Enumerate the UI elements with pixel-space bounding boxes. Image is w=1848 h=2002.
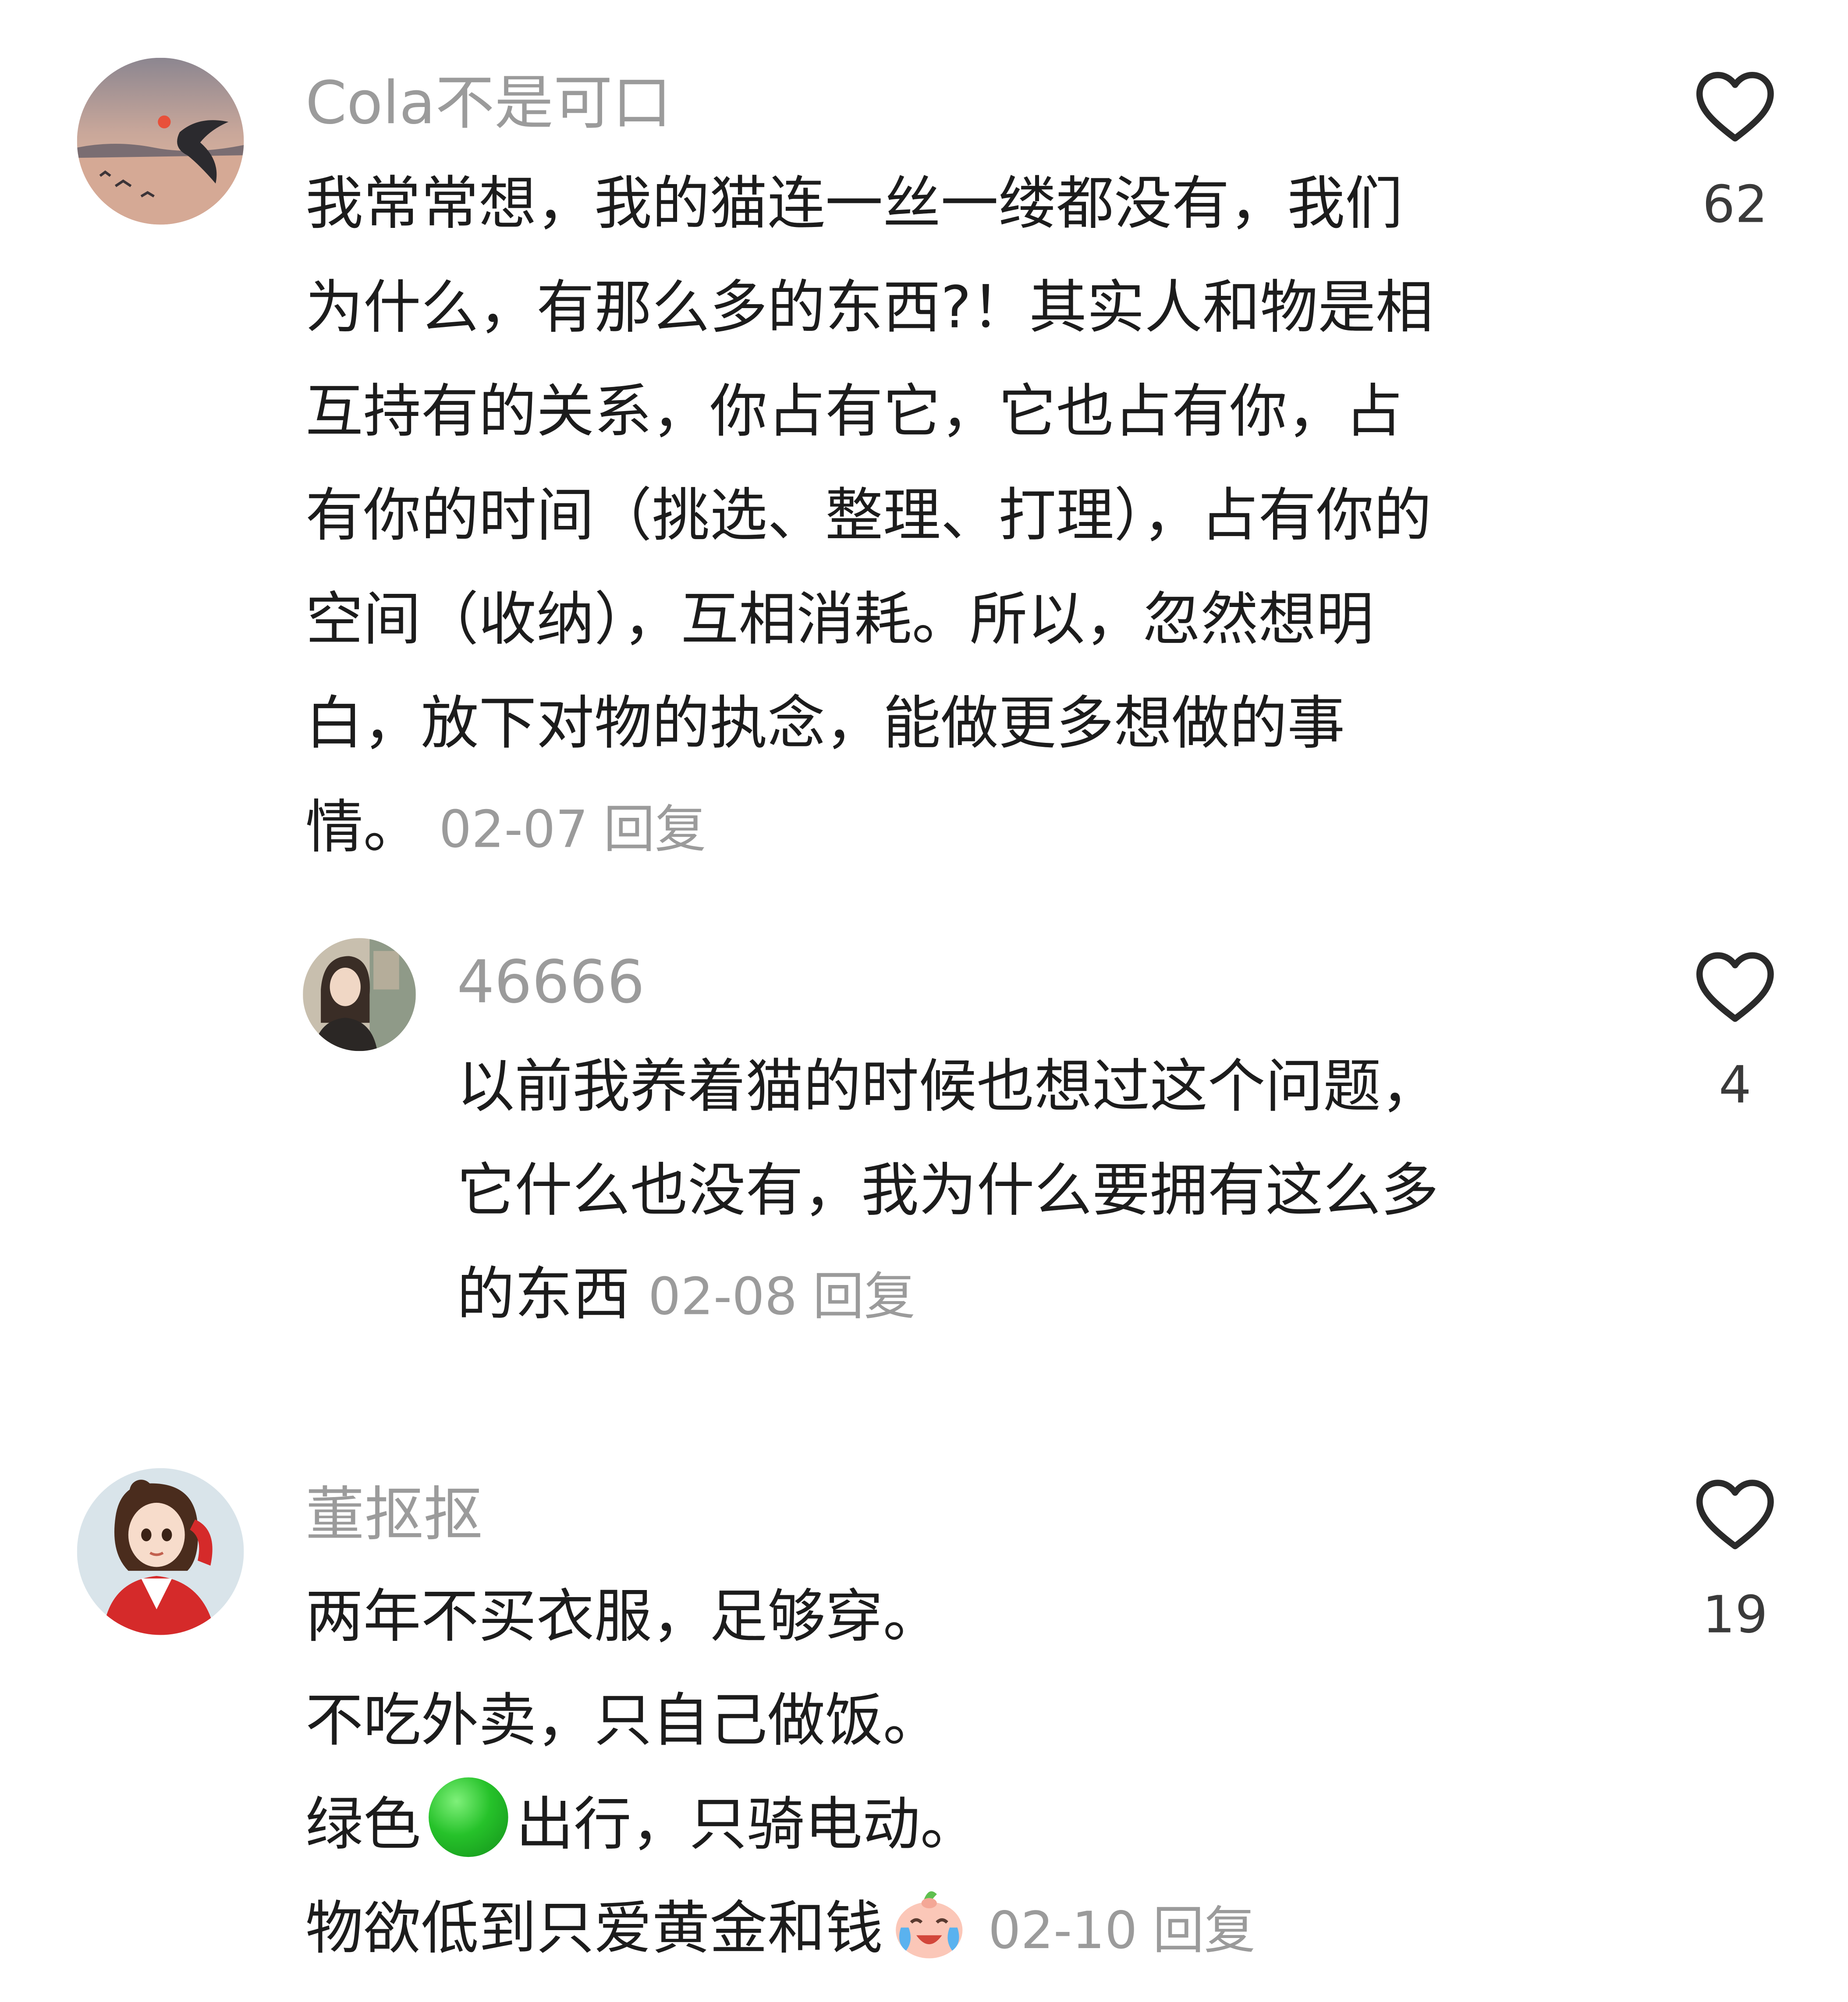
comment-line: 以前我养着猫的时候也想过这个问题， [457, 1052, 1439, 1121]
comment-line: 绿色 [305, 1790, 421, 1859]
username[interactable]: 董抠抠 [305, 1478, 482, 1550]
crying-laughing-emoji-icon [896, 1891, 963, 1959]
avatar[interactable] [303, 938, 416, 1051]
comment-list: Cola不是可口 我常常想，我的猫连一丝一缕都没有，我们 为什么，有那么多的东西… [0, 0, 1848, 2002]
like-count: 4 [1719, 1056, 1752, 1115]
comment-line: 空间（收纳），互相消耗。所以，忽然想明 [305, 585, 1374, 653]
comment-meta: 02-08 回复 [648, 1268, 915, 1327]
comment-text: 我常常想，我的猫连一丝一缕都没有，我们 为什么，有那么多的东西?！其实人和物是相… [305, 152, 1433, 883]
comment-meta: 02-10 回复 [988, 1902, 1256, 1961]
avatar[interactable] [77, 1468, 244, 1635]
reply-button[interactable]: 回复 [603, 801, 706, 860]
comment-line: 两年不买衣服，足够穿。 [305, 1582, 941, 1651]
comment-last-line: 的东西 02-08 回复 [457, 1242, 1439, 1350]
reply-button[interactable]: 回复 [1153, 1902, 1256, 1961]
comment-date: 02-07 [439, 801, 588, 860]
comment-line: 为什么，有那么多的东西?！其实人和物是相 [305, 273, 1433, 341]
green-circle-icon [429, 1777, 508, 1857]
comment-last-line: 情。 02-07 回复 [305, 775, 1433, 883]
comment-line: 互持有的关系，你占有它，它也占有你，占 [305, 377, 1403, 446]
heart-icon[interactable] [1690, 62, 1780, 152]
like-count: 19 [1702, 1586, 1768, 1645]
reply-button[interactable]: 回复 [812, 1268, 915, 1327]
heart-icon[interactable] [1690, 1470, 1780, 1559]
comment-line: 出行，只骑电动。 [516, 1790, 978, 1859]
comment-line: 白，放下对物的执念，能做更多想做的事 [305, 689, 1345, 757]
comment-line: 我常常想，我的猫连一丝一缕都没有，我们 [305, 169, 1403, 238]
comment-text: 两年不买衣服，足够穿。 不吃外卖，只自己做饭。 绿色 出行，只骑电动。 物欲低到只… [305, 1564, 1256, 1984]
comment-line: 情。 [305, 793, 421, 861]
comment-last-line: 物欲低到只爱黄金和钱 02-10 回复 [305, 1876, 1256, 1984]
comment-line: 不吃外卖，只自己做饭。 [305, 1686, 941, 1754]
comment-green-line: 绿色 出行，只骑电动。 [305, 1772, 1256, 1876]
username[interactable]: 46666 [457, 946, 645, 1018]
heart-icon[interactable] [1690, 942, 1780, 1032]
woman-photo-avatar-icon [303, 938, 416, 1051]
like-count: 62 [1702, 176, 1768, 235]
username[interactable]: Cola不是可口 [305, 67, 671, 138]
comment-text: 以前我养着猫的时候也想过这个问题， 它什么也没有，我为什么要拥有这么多 的东西 0… [457, 1034, 1439, 1350]
comment-date: 02-08 [648, 1268, 798, 1327]
sunset-seagull-avatar-icon [77, 57, 244, 225]
cartoon-girl-avatar-icon [77, 1468, 244, 1635]
comment-line: 的东西 [457, 1260, 630, 1328]
comment-meta: 02-07 回复 [439, 801, 706, 860]
avatar[interactable] [77, 57, 244, 225]
comment-line: 物欲低到只爱黄金和钱 [305, 1894, 883, 1963]
comment-date: 02-10 [988, 1902, 1138, 1961]
comment-line: 有你的时间（挑选、整理、打理），占有你的 [305, 481, 1432, 550]
comment-line: 它什么也没有，我为什么要拥有这么多 [457, 1156, 1439, 1225]
